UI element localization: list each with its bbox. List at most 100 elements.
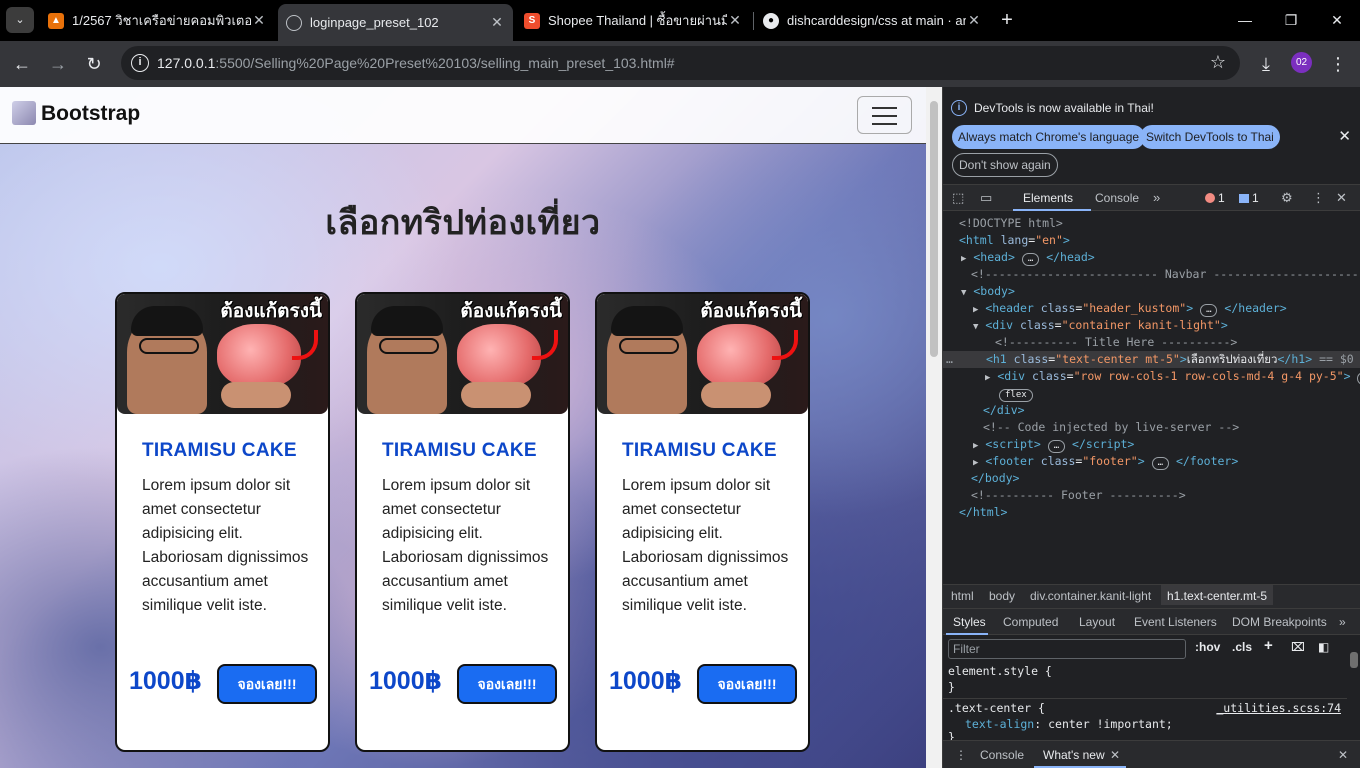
minimize-button[interactable]: — xyxy=(1230,8,1260,32)
restore-button[interactable]: ❐ xyxy=(1276,8,1306,32)
address-bar[interactable]: i 127.0.0.1:5500/Selling%20Page%20Preset… xyxy=(121,46,1240,80)
dom-node[interactable]: </body> xyxy=(971,470,1019,487)
message-count[interactable]: 1 xyxy=(1239,191,1259,205)
book-now-button[interactable]: จองเลย!!! xyxy=(697,664,797,704)
class-toggle[interactable]: .cls xyxy=(1232,640,1252,654)
tab-styles[interactable]: Styles xyxy=(953,615,986,629)
forward-button[interactable]: → xyxy=(45,51,71,77)
styles-scrollbar[interactable] xyxy=(1347,638,1360,736)
crumb-html[interactable]: html xyxy=(951,589,974,603)
dom-node[interactable]: ▶ <header class="header_kustom"> … </hea… xyxy=(973,300,1287,317)
close-icon[interactable]: ✕ xyxy=(966,12,982,29)
dom-node[interactable]: <!------------------------- Navbar -----… xyxy=(971,266,1360,283)
rule-selector[interactable]: .text-center { xyxy=(948,701,1045,715)
dom-node-selected[interactable]: … <h1 class="text-center mt-5">เลือกทริปท… xyxy=(943,351,1360,368)
close-icon[interactable]: ✕ xyxy=(1110,748,1120,762)
dom-node[interactable]: ▼ <body> xyxy=(961,283,1015,300)
styles-filter-input[interactable]: Filter xyxy=(948,639,1186,659)
close-devtools-icon[interactable]: ✕ xyxy=(1336,190,1347,206)
hand-image xyxy=(701,382,771,408)
back-button[interactable]: ← xyxy=(9,51,35,77)
brand-name[interactable]: Bootstrap xyxy=(41,102,140,126)
crumb-container[interactable]: div.container.kanit-light xyxy=(1030,589,1151,603)
drawer-menu-icon[interactable]: ⋮ xyxy=(955,748,967,762)
sidebar-toggle-icon[interactable]: ◧ xyxy=(1318,640,1329,654)
tab-search-button[interactable]: ⌄ xyxy=(6,7,34,33)
dom-node[interactable]: <!---------- Title Here ----------> xyxy=(995,334,1237,351)
error-icon xyxy=(1205,193,1215,203)
settings-gear-icon[interactable]: ⚙ xyxy=(1281,190,1293,206)
dom-node[interactable]: <!-- Code injected by live-server --> xyxy=(983,419,1239,436)
more-subtabs-icon[interactable]: » xyxy=(1339,615,1346,629)
menu-kebab-icon[interactable]: ⋮ xyxy=(1325,51,1351,77)
brand-logo[interactable] xyxy=(12,101,36,125)
download-icon[interactable]: ⤓ xyxy=(1253,51,1279,77)
dom-node[interactable]: ▶ <div class="row row-cols-1 row-cols-md… xyxy=(985,368,1360,385)
close-icon[interactable]: ✕ xyxy=(1338,127,1351,145)
hover-state-toggle[interactable]: :hov xyxy=(1195,640,1220,654)
tab-elements[interactable]: Elements xyxy=(1023,191,1073,205)
device-toolbar-icon[interactable]: ▭ xyxy=(980,190,992,206)
new-rule-icon[interactable]: + xyxy=(1264,637,1273,654)
dom-node[interactable]: </div> xyxy=(983,402,1025,419)
drawer-tab-whats-new[interactable]: What's new xyxy=(1043,748,1105,762)
close-drawer-icon[interactable]: ✕ xyxy=(1338,748,1348,762)
drawer-tab-console[interactable]: Console xyxy=(980,748,1024,762)
error-count[interactable]: 1 xyxy=(1205,191,1225,205)
close-icon[interactable]: ✕ xyxy=(727,12,743,29)
tab-course[interactable]: ▲ 1/2567 วิชาเครือข่ายคอมพิวเตอร์เบื้ ✕ xyxy=(40,4,275,37)
more-tabs-icon[interactable]: » xyxy=(1153,190,1160,205)
dom-node[interactable]: <html lang="en"> xyxy=(959,232,1070,249)
rule-source-link[interactable]: _utilities.scss:74 xyxy=(1216,701,1341,715)
close-icon[interactable]: ✕ xyxy=(251,12,267,29)
tab-event-listeners[interactable]: Event Listeners xyxy=(1134,615,1217,629)
page-scrollbar[interactable] xyxy=(926,87,942,768)
error-count-value: 1 xyxy=(1218,191,1225,205)
crumb-body[interactable]: body xyxy=(989,589,1015,603)
inspect-element-icon[interactable]: ⬚ xyxy=(952,190,964,206)
dom-node[interactable]: <!DOCTYPE html> xyxy=(959,215,1063,232)
devtools-drawer: ⋮ Console What's new ✕ ✕ xyxy=(943,740,1360,768)
dont-show-again-button[interactable]: Don't show again xyxy=(952,153,1058,177)
scrollbar-thumb[interactable] xyxy=(930,101,938,357)
dom-node[interactable]: </html> xyxy=(959,504,1007,521)
profile-avatar[interactable]: 02 xyxy=(1291,52,1312,73)
tab-layout[interactable]: Layout xyxy=(1079,615,1115,629)
card-title: TIRAMISU CAKE xyxy=(142,440,297,461)
book-now-button[interactable]: จองเลย!!! xyxy=(217,664,317,704)
more-options-icon[interactable]: ⋮ xyxy=(1312,190,1325,206)
tab-shopee[interactable]: S Shopee Thailand | ซื้อขายผ่านมือถื ✕ xyxy=(516,4,751,37)
new-tab-button[interactable]: + xyxy=(996,9,1018,31)
breadcrumb: html body div.container.kanit-light h1.t… xyxy=(943,584,1360,608)
dom-node[interactable]: <!---------- Footer ----------> xyxy=(971,487,1186,504)
arrow-icon xyxy=(772,330,798,360)
paint-icon[interactable]: ⌧ xyxy=(1291,640,1305,654)
dom-node[interactable]: flex xyxy=(999,385,1033,402)
dom-node[interactable]: ▶ <footer class="footer"> … </footer> xyxy=(973,453,1238,470)
close-icon[interactable]: ✕ xyxy=(489,14,505,31)
url-text[interactable]: 127.0.0.1:5500/Selling%20Page%20Preset%2… xyxy=(157,55,675,71)
brain-image xyxy=(697,324,781,388)
scrollbar-thumb[interactable] xyxy=(1350,652,1358,668)
dom-node[interactable]: ▼ <div class="container kanit-light"> xyxy=(973,317,1228,334)
switch-to-thai-button[interactable]: Switch DevTools to Thai xyxy=(1140,125,1280,149)
tab-console[interactable]: Console xyxy=(1095,191,1139,205)
dom-node[interactable]: ▶ <head> … </head> xyxy=(961,249,1095,266)
close-window-button[interactable]: ✕ xyxy=(1322,8,1352,32)
navbar-toggler-button[interactable] xyxy=(857,96,912,134)
card-image: ต้องแก้ตรงนี้ xyxy=(117,294,328,414)
tab-github[interactable]: ● dishcarddesign/css at main · an ✕ xyxy=(755,4,990,37)
hair-shape xyxy=(131,306,203,336)
css-declaration[interactable]: text-align: center !important; xyxy=(965,717,1173,731)
site-info-icon[interactable]: i xyxy=(131,54,149,72)
dom-node[interactable]: ▶ <script> … </script> xyxy=(973,436,1134,453)
tab-dom-breakpoints[interactable]: DOM Breakpoints xyxy=(1232,615,1327,629)
book-now-button[interactable]: จองเลย!!! xyxy=(457,664,557,704)
bookmark-star-icon[interactable]: ☆ xyxy=(1210,52,1226,73)
tab-computed[interactable]: Computed xyxy=(1003,615,1058,629)
crumb-h1[interactable]: h1.text-center.mt-5 xyxy=(1161,585,1274,605)
reload-button[interactable]: ↻ xyxy=(81,51,107,77)
tab-loginpage[interactable]: loginpage_preset_102 ✕ xyxy=(278,4,513,41)
element-style-selector[interactable]: element.style { xyxy=(948,664,1052,678)
always-match-language-button[interactable]: Always match Chrome's language xyxy=(952,125,1146,149)
